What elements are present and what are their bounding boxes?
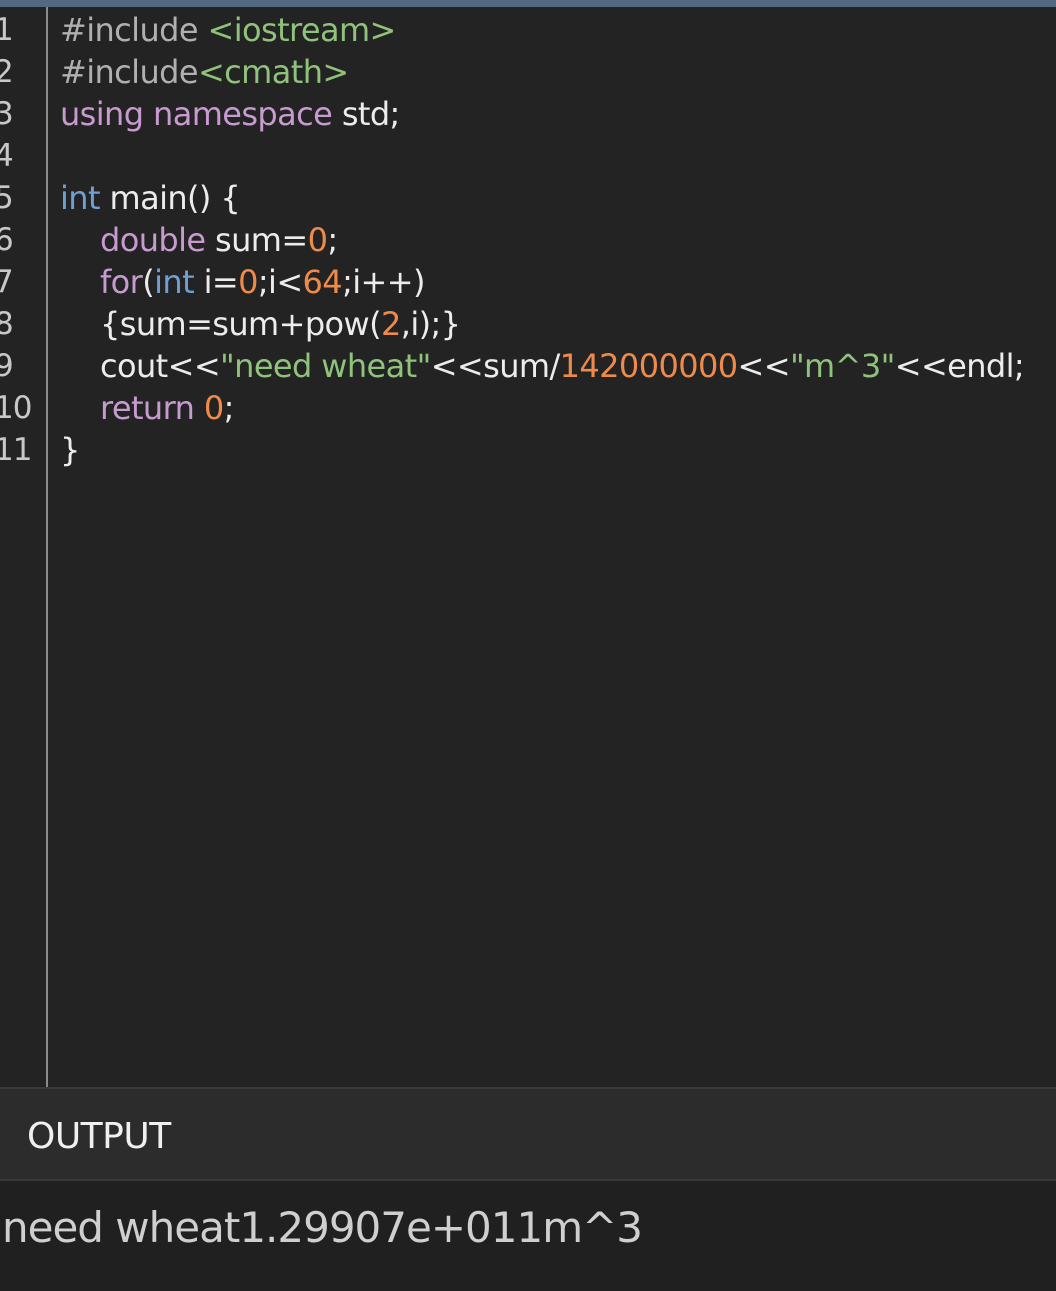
code-token-plain: cout<< xyxy=(100,347,221,385)
code-token-plain: ( xyxy=(142,263,155,301)
code-token-type: int xyxy=(60,179,101,217)
code-token-plain: i= xyxy=(194,263,239,301)
code-token-plain: sum= xyxy=(205,221,308,259)
line-number-gutter: 1 2 3 4 5 6 7 8 9 10 11 xyxy=(0,7,48,1087)
line-number: 8 xyxy=(0,306,14,342)
output-header: OUTPUT xyxy=(0,1087,1056,1181)
code-line[interactable]: for(int i=0;i<64;i++) xyxy=(60,261,425,303)
code-token-plain: ; xyxy=(327,221,338,259)
code-token-plain: } xyxy=(60,431,80,469)
code-token-number: 0 xyxy=(238,263,258,301)
code-token-keyword: double xyxy=(100,221,206,259)
line-number: 10 xyxy=(0,390,32,426)
code-line[interactable]: return 0; xyxy=(60,387,234,429)
code-token-number: 64 xyxy=(302,263,343,301)
code-token-number: 2 xyxy=(380,305,401,343)
code-token-plain: ,i);} xyxy=(400,305,461,343)
line-number: 4 xyxy=(0,138,14,174)
code-token-number: 0 xyxy=(203,389,224,427)
code-token-plain: ; xyxy=(223,389,235,427)
output-title[interactable]: OUTPUT xyxy=(27,1116,171,1157)
window-top-bar xyxy=(0,0,1056,7)
code-line[interactable]: int main() { xyxy=(60,177,241,219)
code-token-plain: main() { xyxy=(99,179,241,217)
code-token-preproc: #include xyxy=(60,11,208,49)
code-token-string: <cmath> xyxy=(197,53,349,91)
code-token-preproc: #include xyxy=(60,53,199,91)
code-line[interactable]: using namespace std; xyxy=(60,93,400,135)
code-token-string: "m^3" xyxy=(789,347,895,385)
code-token-number: 0 xyxy=(307,221,328,259)
code-token-plain: <<sum/ xyxy=(430,347,561,385)
code-line[interactable]: cout<<"need wheat"<<sum/142000000<<"m^3"… xyxy=(60,345,1025,387)
code-token-number: 142000000 xyxy=(559,347,738,385)
output-panel: OUTPUT need wheat1.29907e+011m^3 xyxy=(0,1087,1056,1291)
code-token-plain: ;i++) xyxy=(342,263,425,301)
output-text: need wheat1.29907e+011m^3 xyxy=(2,1203,643,1252)
code-token-plain: {sum=sum+pow( xyxy=(100,305,382,343)
line-number: 9 xyxy=(0,348,14,384)
code-token-string: "need wheat" xyxy=(220,347,431,385)
line-number: 1 xyxy=(0,12,14,48)
code-token-type: int xyxy=(154,263,195,301)
code-line[interactable]: #include <iostream> xyxy=(60,9,396,51)
code-line[interactable]: double sum=0; xyxy=(60,219,338,261)
line-number: 3 xyxy=(0,96,14,132)
code-line[interactable]: #include<cmath> xyxy=(60,51,349,93)
code-token-plain: <<endl; xyxy=(894,347,1025,385)
code-token-plain: ;i< xyxy=(257,263,303,301)
code-area[interactable]: #include <iostream> #include<cmath> using … xyxy=(60,7,1056,1087)
code-token-string: <iostream> xyxy=(207,11,397,49)
code-token-keyword: for xyxy=(100,263,143,301)
code-token-keyword: return xyxy=(100,389,195,427)
line-number: 11 xyxy=(0,432,32,468)
line-number: 7 xyxy=(0,264,14,300)
code-token-keyword: using namespace xyxy=(60,95,333,133)
line-number: 5 xyxy=(0,180,14,216)
code-token-plain: std; xyxy=(332,95,401,133)
line-number: 6 xyxy=(0,222,14,258)
code-editor[interactable]: 1 2 3 4 5 6 7 8 9 10 11 #include <iostream> #includ… xyxy=(0,7,1056,1087)
code-line[interactable]: } xyxy=(60,429,80,471)
line-number: 2 xyxy=(0,54,14,90)
code-token-plain: << xyxy=(737,347,791,385)
code-line[interactable]: {sum=sum+pow(2,i);} xyxy=(60,303,461,345)
